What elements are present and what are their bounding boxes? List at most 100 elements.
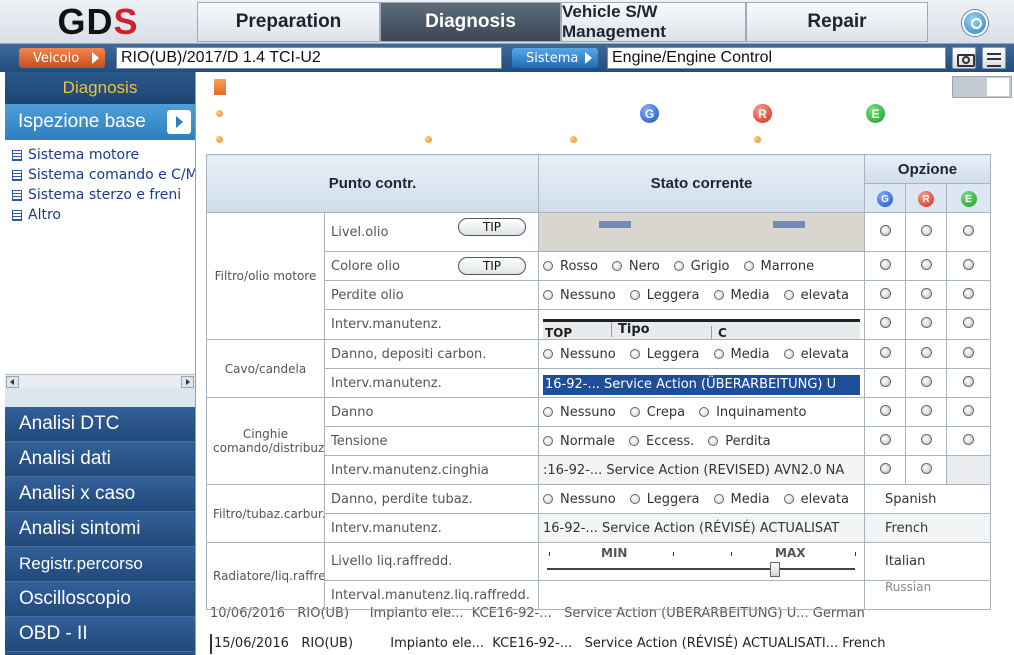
tip-button[interactable]: TIP: [458, 257, 526, 275]
choice-nessuno[interactable]: Nessuno: [543, 492, 616, 507]
tip-button[interactable]: TIP: [458, 218, 526, 236]
radio-e[interactable]: [963, 433, 975, 445]
tree-item-altro[interactable]: Altro: [5, 205, 195, 225]
nav-obd-ii[interactable]: OBD - II: [5, 617, 195, 652]
radio-button[interactable]: [629, 406, 640, 417]
slider-track[interactable]: [547, 567, 855, 570]
panel-toggle[interactable]: [952, 76, 1012, 98]
choice-media[interactable]: Media: [713, 347, 770, 362]
arrow-right-icon[interactable]: [167, 110, 191, 134]
option-g-cell[interactable]: [864, 397, 906, 427]
horizontal-scrollbar[interactable]: [5, 374, 195, 388]
option-e-cell[interactable]: [945, 426, 992, 456]
radio-e[interactable]: [963, 317, 975, 328]
option-r-cell[interactable]: [905, 397, 947, 427]
choice-leggera[interactable]: Leggera: [629, 492, 700, 507]
radio-r[interactable]: [920, 433, 932, 445]
choice-marrone[interactable]: Marrone: [743, 259, 814, 274]
radio-button[interactable]: [783, 289, 794, 300]
radio-button[interactable]: [543, 435, 553, 446]
coolant-slider[interactable]: MIN MAX: [543, 544, 860, 580]
radio-button[interactable]: [713, 493, 724, 504]
option-g-cell[interactable]: [864, 426, 906, 456]
overlay-selected-row[interactable]: 16-92-... Service Action (ÜBERARBEITUNG)…: [543, 375, 860, 395]
option-r-cell[interactable]: [905, 212, 947, 252]
radio-g[interactable]: [879, 462, 891, 474]
tab-diagnosis[interactable]: Diagnosis: [380, 2, 561, 42]
option-g-cell[interactable]: [864, 309, 906, 340]
radio-button[interactable]: [708, 435, 719, 446]
option-e-cell[interactable]: [945, 397, 992, 427]
radio-e[interactable]: [963, 404, 975, 416]
radio-r[interactable]: [920, 404, 932, 416]
radio-button[interactable]: [543, 406, 553, 417]
option-r-cell[interactable]: [905, 280, 947, 310]
choice-elevata[interactable]: elevata: [783, 347, 849, 362]
radio-g[interactable]: [879, 375, 891, 387]
system-field[interactable]: Engine/Engine Control: [607, 47, 946, 69]
nav-analisi-dtc[interactable]: Analisi DTC: [5, 407, 195, 442]
choice-grigio[interactable]: Grigio: [673, 259, 730, 274]
choice-crepa[interactable]: Crepa: [629, 405, 685, 420]
choice-nero[interactable]: Nero: [611, 259, 660, 274]
option-e-cell[interactable]: [945, 339, 992, 369]
option-e-cell[interactable]: [945, 309, 992, 340]
tree-item-sistema-sterzo[interactable]: Sistema sterzo e freni: [5, 185, 195, 205]
radio-r[interactable]: [920, 287, 932, 299]
tab-repair[interactable]: Repair: [746, 2, 928, 42]
radio-button[interactable]: [629, 435, 640, 446]
option-r-cell[interactable]: [905, 455, 947, 485]
choice-nessuno[interactable]: Nessuno: [543, 347, 616, 362]
choice-leggera[interactable]: Leggera: [629, 288, 700, 303]
radio-e[interactable]: [963, 224, 975, 236]
radio-button[interactable]: [713, 289, 724, 300]
tab-vehicle-sw-management[interactable]: Vehicle S/W Management: [561, 2, 746, 42]
option-r-cell[interactable]: [905, 368, 947, 398]
choice-nessuno[interactable]: Nessuno: [543, 405, 616, 420]
option-g-cell[interactable]: [864, 368, 906, 398]
radio-button[interactable]: [673, 260, 684, 271]
choice-elevata[interactable]: elevata: [783, 288, 849, 303]
option-r-cell[interactable]: [905, 426, 947, 456]
option-e-cell[interactable]: [945, 280, 992, 310]
system-button[interactable]: Sistema: [512, 48, 598, 68]
scroll-right-icon[interactable]: [181, 376, 194, 388]
nav-analisi-x-caso[interactable]: Analisi x caso: [5, 477, 195, 512]
nav-analisi-sintomi[interactable]: Analisi sintomi: [5, 512, 195, 547]
choice-eccess[interactable]: Eccess.: [629, 434, 694, 449]
choice-inquinamento[interactable]: Inquinamento: [699, 405, 806, 420]
nav-oscilloscopio[interactable]: Oscilloscopio: [5, 582, 195, 617]
radio-g[interactable]: [879, 258, 891, 270]
radio-g[interactable]: [879, 346, 891, 358]
radio-button[interactable]: [543, 348, 553, 359]
option-g-cell[interactable]: [864, 280, 906, 310]
radio-button[interactable]: [783, 348, 794, 359]
search-icon[interactable]: [962, 10, 988, 36]
radio-button[interactable]: [543, 260, 553, 271]
radio-r[interactable]: [920, 375, 932, 387]
radio-g[interactable]: [879, 404, 891, 416]
radio-r[interactable]: [920, 317, 932, 328]
nav-analisi-dati[interactable]: Analisi dati: [5, 442, 195, 477]
choice-leggera[interactable]: Leggera: [629, 347, 700, 362]
option-g-cell[interactable]: [864, 212, 906, 252]
scroll-left-icon[interactable]: [6, 376, 19, 388]
choice-elevata[interactable]: elevata: [783, 492, 849, 507]
tree-item-sistema-comando[interactable]: Sistema comando e C/M: [5, 165, 195, 185]
choice-rosso[interactable]: Rosso: [543, 259, 598, 274]
radio-button[interactable]: [629, 493, 640, 504]
choice-media[interactable]: Media: [713, 492, 770, 507]
choice-nessuno[interactable]: Nessuno: [543, 288, 616, 303]
tab-preparation[interactable]: Preparation: [197, 2, 380, 42]
radio-g[interactable]: [879, 287, 891, 299]
option-e-cell[interactable]: [945, 212, 992, 252]
choice-normale[interactable]: Normale: [543, 434, 615, 449]
radio-g[interactable]: [879, 317, 891, 328]
radio-button[interactable]: [783, 493, 794, 504]
radio-button[interactable]: [611, 260, 622, 271]
radio-e[interactable]: [963, 375, 975, 387]
sidebar-item-ispezione-base[interactable]: Ispezione base: [5, 104, 195, 140]
radio-r[interactable]: [920, 346, 932, 358]
radio-button[interactable]: [629, 289, 640, 300]
vehicle-field[interactable]: RIO(UB)/2017/D 1.4 TCI-U2: [116, 47, 502, 69]
